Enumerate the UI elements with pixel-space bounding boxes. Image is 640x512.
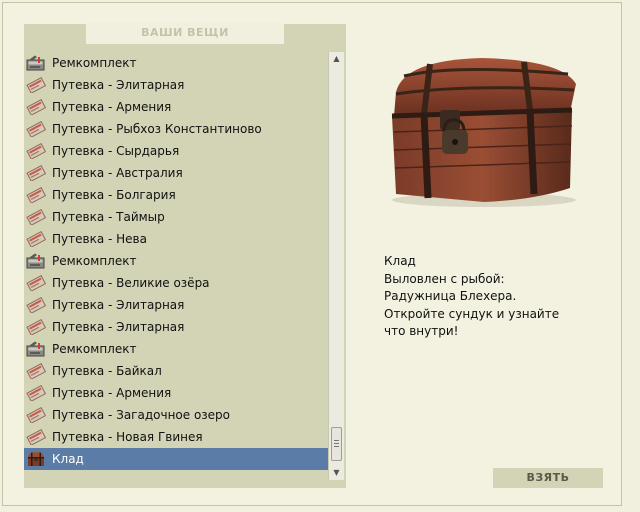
list-item[interactable]: Ремкомплект [24, 250, 328, 272]
voucher-icon [26, 275, 46, 291]
inventory-scrollbar[interactable]: ▲ ▼ [328, 52, 344, 480]
list-item[interactable]: Путевка - Таймыр [24, 206, 328, 228]
voucher-icon [26, 165, 46, 181]
scroll-thumb[interactable] [331, 427, 342, 461]
voucher-icon [26, 407, 46, 423]
list-item[interactable]: Путевка - Элитарная [24, 294, 328, 316]
voucher-icon [26, 231, 46, 247]
list-item-label: Путевка - Армения [52, 100, 172, 114]
list-item-label: Путевка - Армения [52, 386, 172, 400]
list-item[interactable]: Ремкомплект [24, 52, 328, 74]
voucher-icon [26, 143, 46, 159]
list-item-label: Ремкомплект [52, 56, 137, 70]
list-item-label: Путевка - Элитарная [52, 78, 185, 92]
item-description-line: Радужница Блехера. [384, 289, 517, 303]
voucher-icon [26, 363, 46, 379]
list-item-label: Путевка - Австралия [52, 166, 183, 180]
list-item[interactable]: Путевка - Рыбхоз Константиново [24, 118, 328, 140]
item-description: Клад Выловлен с рыбой: Радужница Блехера. О… [384, 253, 604, 341]
list-item-label: Путевка - Сырдарья [52, 144, 180, 158]
treasure-chest-icon [26, 451, 46, 467]
list-item[interactable]: Путевка - Австралия [24, 162, 328, 184]
list-item-label: Путевка - Нева [52, 232, 147, 246]
scroll-down-arrow-icon[interactable]: ▼ [329, 466, 344, 480]
list-item[interactable]: Путевка - Великие озёра [24, 272, 328, 294]
list-item-label: Путевка - Байкал [52, 364, 162, 378]
list-item[interactable]: Путевка - Армения [24, 382, 328, 404]
item-description-line: Выловлен с рыбой: [384, 271, 505, 286]
inventory-list[interactable]: Ремкомплект Путевка - Элитарная Путевка - … [24, 52, 328, 480]
scroll-up-arrow-icon[interactable]: ▲ [329, 52, 344, 66]
repair-kit-icon [26, 341, 46, 357]
list-item-label: Путевка - Элитарная [52, 320, 185, 334]
item-description-line: Откройте сундук и узнайте [384, 306, 560, 321]
list-item-label: Ремкомплект [52, 342, 137, 356]
list-item-label: Путевка - Рыбхоз Константиново [52, 122, 262, 136]
voucher-icon [26, 187, 46, 203]
voucher-icon [26, 385, 46, 401]
voucher-icon [26, 99, 46, 115]
list-item[interactable]: Путевка - Элитарная [24, 316, 328, 338]
take-button[interactable]: ВЗЯТЬ [493, 468, 603, 488]
list-item-label: Путевка - Болгария [52, 188, 176, 202]
repair-kit-icon [26, 253, 46, 269]
list-item[interactable]: Путевка - Болгария [24, 184, 328, 206]
treasure-chest-image [384, 54, 580, 208]
voucher-icon [26, 319, 46, 335]
voucher-icon [26, 297, 46, 313]
list-item[interactable]: Путевка - Сырдарья [24, 140, 328, 162]
list-item-label: Ремкомплект [52, 254, 137, 268]
voucher-icon [26, 121, 46, 137]
list-item[interactable]: Ремкомплект [24, 338, 328, 360]
voucher-icon [26, 209, 46, 225]
list-item[interactable]: Путевка - Армения [24, 96, 328, 118]
list-item[interactable]: Путевка - Новая Гвинея [24, 426, 328, 448]
list-item[interactable]: Путевка - Элитарная [24, 74, 328, 96]
list-item-label: Путевка - Загадочное озеро [52, 408, 231, 422]
voucher-icon [26, 429, 46, 445]
list-item[interactable]: Путевка - Байкал [24, 360, 328, 382]
voucher-icon [26, 77, 46, 93]
repair-kit-icon [26, 55, 46, 71]
list-item-label: Путевка - Таймыр [52, 210, 165, 224]
list-item-label: Клад [52, 452, 84, 466]
item-title: Клад [384, 254, 416, 268]
inventory-header: ВАШИ ВЕЩИ [86, 22, 284, 44]
list-item-label: Путевка - Великие озёра [52, 276, 210, 290]
list-item[interactable]: Путевка - Нева [24, 228, 328, 250]
item-description-line: что внутри! [384, 324, 459, 338]
list-item[interactable]: Путевка - Загадочное озеро [24, 404, 328, 426]
list-item-label: Путевка - Новая Гвинея [52, 430, 203, 444]
list-item-label: Путевка - Элитарная [52, 298, 185, 312]
list-item[interactable]: Клад [24, 448, 328, 470]
